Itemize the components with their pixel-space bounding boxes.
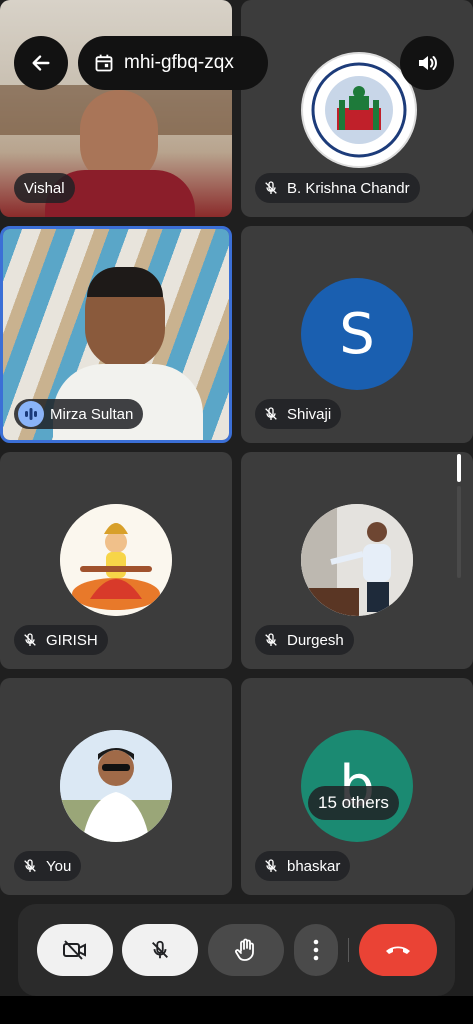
- participant-name: You: [46, 857, 72, 875]
- participant-name-pill: Mirza Sultan: [14, 399, 144, 429]
- others-count-badge[interactable]: 15 others: [308, 786, 399, 820]
- participant-name-pill: Vishal: [14, 173, 75, 203]
- participant-name-pill: B. Krishna Chandr: [255, 173, 420, 203]
- end-call-icon: [386, 946, 410, 954]
- participant-avatar: S: [301, 278, 413, 390]
- participant-name: Vishal: [24, 179, 65, 197]
- call-controls-bar: [18, 904, 455, 996]
- participant-avatar: [301, 504, 413, 616]
- raise-hand-button[interactable]: [208, 924, 284, 976]
- participant-name-pill: Durgesh: [255, 625, 354, 655]
- participant-avatar: [60, 504, 172, 616]
- participant-tile-bhaskar[interactable]: b 15 others bhaskar: [241, 678, 473, 895]
- mic-off-icon: [20, 630, 40, 650]
- participant-name-pill: GIRISH: [14, 625, 108, 655]
- raise-hand-icon: [235, 938, 254, 961]
- participant-name: Mirza Sultan: [50, 405, 134, 423]
- mic-off-icon: [152, 940, 168, 959]
- participant-tile-girish[interactable]: GIRISH: [0, 452, 232, 669]
- speaking-indicator-icon: [18, 401, 44, 427]
- mic-off-icon: [261, 404, 281, 424]
- speaker-icon: [419, 56, 437, 70]
- arrow-back-icon: [32, 55, 50, 71]
- mic-off-icon: [261, 856, 281, 876]
- mic-toggle-button[interactable]: [122, 924, 198, 976]
- system-gesture-area: [0, 996, 473, 1024]
- participant-name-pill: Shivaji: [255, 399, 342, 429]
- participant-tile-you[interactable]: You: [0, 678, 232, 895]
- mic-off-icon: [20, 856, 40, 876]
- participant-name: B. Krishna Chandr: [287, 179, 410, 197]
- camera-toggle-button[interactable]: [37, 924, 113, 976]
- calendar-icon: [95, 54, 113, 72]
- participant-name-pill: You: [14, 851, 82, 881]
- controls-divider: [348, 938, 349, 962]
- participant-tile-vishal[interactable]: Vishal: [0, 0, 232, 217]
- participant-tile-mirza-sultan[interactable]: Mirza Sultan: [0, 226, 232, 443]
- end-call-button[interactable]: [359, 924, 437, 976]
- scrollbar-track: [457, 486, 461, 578]
- back-button[interactable]: [14, 36, 68, 90]
- participant-name-pill: bhaskar: [255, 851, 351, 881]
- participant-tile-shivaji[interactable]: S Shivaji: [241, 226, 473, 443]
- meeting-code: mhi-gfbq-zqx: [124, 52, 234, 73]
- participant-name: Durgesh: [287, 631, 344, 649]
- participant-tile-b-krishna-chandr[interactable]: B. Krishna Chandr: [241, 0, 473, 217]
- mic-off-icon: [261, 178, 281, 198]
- mic-off-icon: [261, 630, 281, 650]
- audio-output-button[interactable]: [400, 36, 454, 90]
- participant-name: GIRISH: [46, 631, 98, 649]
- participant-avatar: [60, 730, 172, 842]
- college-logo: [301, 52, 417, 168]
- scrollbar-thumb[interactable]: [457, 454, 461, 482]
- participant-name: Shivaji: [287, 405, 332, 423]
- participant-tile-durgesh[interactable]: Durgesh: [241, 452, 473, 669]
- participant-name: bhaskar: [287, 857, 341, 875]
- more-options-button[interactable]: [294, 924, 338, 976]
- more-options-icon: [313, 939, 319, 961]
- camera-off-icon: [63, 940, 86, 960]
- meeting-code-chip[interactable]: mhi-gfbq-zqx: [78, 36, 268, 90]
